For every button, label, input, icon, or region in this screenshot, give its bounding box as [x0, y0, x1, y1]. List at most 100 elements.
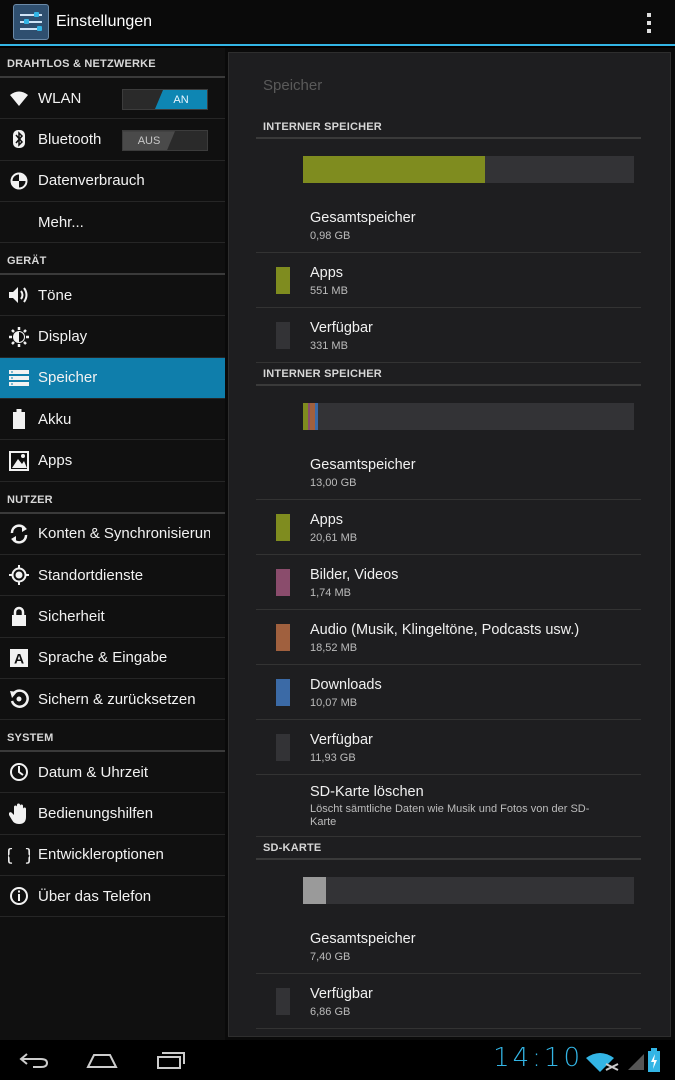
- storage-usage-bar: [303, 156, 634, 183]
- storage-row-verfuegbar[interactable]: Verfügbar 6,86 GB: [256, 974, 641, 1029]
- sidebar-item-sprache-eingabe[interactable]: A Sprache & Eingabe: [0, 638, 225, 679]
- sidebar-item-speicher[interactable]: Speicher: [0, 357, 225, 400]
- recent-apps-icon: [157, 1052, 185, 1069]
- home-button[interactable]: [84, 1048, 120, 1072]
- storage-row-sd-karte-loeschen[interactable]: SD-Karte löschen Löscht sämtliche Daten w…: [256, 775, 641, 837]
- toggle-state-label: AUS: [123, 131, 175, 150]
- storage-row-value: 13,00 GB: [310, 477, 357, 489]
- storage-row-downloads[interactable]: Downloads 10,07 MB: [256, 665, 641, 720]
- storage-row-value: 11,93 GB: [310, 752, 356, 764]
- sidebar-item-label: Datum & Uhrzeit: [38, 763, 149, 781]
- bluetooth-toggle[interactable]: AUS: [122, 130, 208, 152]
- bluetooth-icon: [0, 129, 38, 149]
- wifi-icon: [0, 90, 38, 107]
- sidebar-item-label: Speicher: [38, 369, 98, 387]
- storage-row-value: 551 MB: [310, 285, 348, 297]
- storage-row-value: 1,74 MB: [310, 587, 351, 599]
- sidebar-item-mehr[interactable]: Mehr...: [0, 202, 225, 244]
- sidebar-item-entwickleroptionen[interactable]: { } Entwickleroptionen: [0, 835, 225, 877]
- storage-row-audio-musik-klingeltoene-podcasts-usw[interactable]: Audio (Musik, Klingeltöne, Podcasts usw.…: [256, 610, 641, 665]
- wifi-status-icon: [584, 1050, 622, 1077]
- sidebar-item-wlan[interactable]: WLAN AN: [0, 78, 225, 120]
- info-icon: [0, 886, 38, 906]
- sidebar-item-konten-synchronisierung[interactable]: Konten & Synchronisierung: [0, 514, 225, 555]
- sidebar-item-datum-uhrzeit[interactable]: Datum & Uhrzeit: [0, 752, 225, 794]
- recent-apps-button[interactable]: [152, 1048, 188, 1072]
- storage-row-value: 6,86 GB: [310, 1006, 351, 1018]
- sidebar-item-label: Sicherheit: [38, 607, 105, 625]
- storage-row-gesamtspeicher[interactable]: Gesamtspeicher 0,98 GB: [256, 198, 641, 253]
- color-swatch: [276, 679, 290, 706]
- sidebar-item-label: Display: [38, 328, 88, 346]
- storage-row-title: Apps: [310, 265, 344, 281]
- sidebar-item-label: Sichern & zurücksetzen: [38, 690, 196, 708]
- sidebar-item-datenverbrauch[interactable]: Datenverbrauch: [0, 161, 225, 202]
- svg-text:{ }: { }: [8, 846, 30, 865]
- storage-row-apps[interactable]: Apps 20,61 MB: [256, 500, 641, 555]
- sidebar-item-bluetooth[interactable]: Bluetooth AUS: [0, 119, 225, 161]
- sidebar-item-apps[interactable]: Apps: [0, 440, 225, 482]
- storage-bar-segment: [303, 877, 327, 904]
- storage-row-title: Verfügbar: [310, 320, 373, 336]
- svg-text:A: A: [14, 650, 24, 666]
- storage-row-gesamtspeicher[interactable]: Gesamtspeicher 13,00 GB: [256, 445, 641, 500]
- sidebar-item-sichern-zuruecksetzen[interactable]: Sichern & zurücksetzen: [0, 679, 225, 721]
- wlan-toggle[interactable]: AN: [122, 89, 208, 110]
- sidebar-item-standortdienste[interactable]: Standortdienste: [0, 555, 225, 597]
- color-swatch: [276, 569, 290, 596]
- sidebar-item-ueber-das-telefon[interactable]: Über das Telefon: [0, 876, 225, 918]
- sidebar-item-sicherheit[interactable]: Sicherheit: [0, 596, 225, 638]
- sidebar-category-header: SYSTEM: [0, 720, 225, 753]
- sidebar-item-label: Datenverbrauch: [38, 172, 145, 190]
- storage-row-value: 7,40 GB: [310, 951, 351, 963]
- storage-row-value: 0,98 GB: [310, 230, 351, 242]
- storage-row-gesamtspeicher[interactable]: Gesamtspeicher 7,40 GB: [256, 919, 641, 974]
- braces-icon: { }: [0, 845, 38, 865]
- sidebar-item-label: Sprache & Eingabe: [38, 649, 168, 667]
- storage-row-title: Verfügbar: [310, 986, 373, 1002]
- sidebar-item-label: Über das Telefon: [38, 887, 152, 905]
- storage-row-bilder-videos[interactable]: Bilder, Videos 1,74 MB: [256, 555, 641, 610]
- sidebar-item-label: Bedienungshilfen: [38, 805, 154, 823]
- home-icon: [86, 1054, 118, 1068]
- overflow-menu-icon[interactable]: [647, 13, 653, 33]
- sidebar-item-toene[interactable]: Töne: [0, 275, 225, 317]
- sidebar-item-label: Entwickleroptionen: [38, 846, 164, 864]
- color-swatch: [276, 988, 290, 1015]
- color-swatch: [276, 267, 290, 294]
- storage-row-title: Gesamtspeicher: [310, 457, 416, 473]
- sidebar-item-display[interactable]: Display: [0, 316, 225, 358]
- battery-icon: [0, 409, 38, 430]
- sidebar-category-header: DRAHTLOS & NETZWERKE: [0, 48, 225, 78]
- sidebar-item-bedienungshilfen[interactable]: Bedienungshilfen: [0, 793, 225, 835]
- action-bar: Einstellungen: [0, 0, 675, 46]
- toggle-state-label: AN: [155, 90, 207, 109]
- storage-row-title: SD-Karte löschen: [310, 784, 424, 800]
- storage-row-value: 10,07 MB: [310, 697, 358, 709]
- color-swatch: [276, 322, 290, 349]
- clock-icon: [0, 762, 38, 782]
- panel-title: Speicher: [263, 77, 323, 94]
- storage-row-value: 331 MB: [310, 340, 348, 352]
- sidebar-category-header: GERÄT: [0, 243, 225, 276]
- storage-row-apps[interactable]: Apps 551 MB: [256, 253, 641, 308]
- backup-icon: [0, 689, 38, 709]
- storage-row-verfuegbar[interactable]: Verfügbar 331 MB: [256, 308, 641, 363]
- storage-row-title: Audio (Musik, Klingeltöne, Podcasts usw.…: [310, 622, 580, 638]
- storage-row-title: Verfügbar: [310, 732, 373, 748]
- storage-section-header: INTERNER SPEICHER: [256, 368, 641, 386]
- language-icon: A: [0, 648, 38, 668]
- sidebar-item-label: Töne: [38, 286, 73, 304]
- back-button[interactable]: [18, 1048, 50, 1072]
- storage-row-verfuegbar[interactable]: Verfügbar 11,93 GB: [256, 720, 641, 775]
- settings-app-icon[interactable]: [13, 4, 49, 40]
- color-swatch: [276, 624, 290, 651]
- storage-row-title: Downloads: [310, 677, 382, 693]
- app-title: Einstellungen: [56, 13, 153, 30]
- sound-icon: [0, 286, 38, 304]
- sidebar-item-akku[interactable]: Akku: [0, 399, 225, 441]
- signal-status-icon: [628, 1050, 644, 1075]
- settings-sidebar: DRAHTLOS & NETZWERKE WLAN AN Bluetooth AUS Da…: [0, 48, 225, 1040]
- sync-icon: [0, 524, 38, 544]
- storage-section-header: INTERNER SPEICHER: [256, 121, 641, 139]
